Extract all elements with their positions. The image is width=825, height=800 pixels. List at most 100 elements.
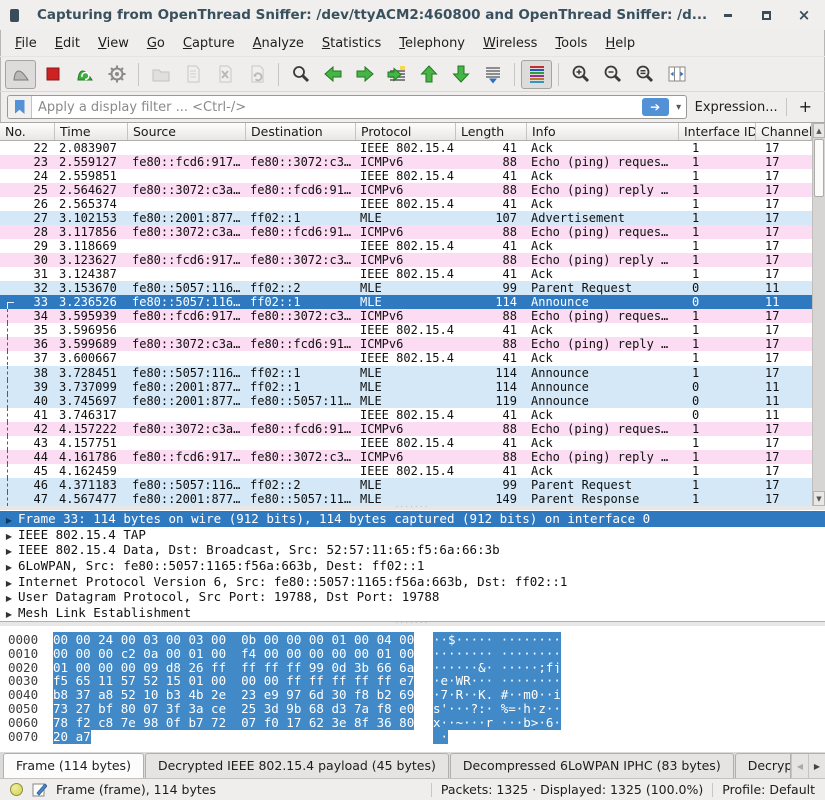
- packet-row[interactable]: 25 2.564627 fe80::3072:c3a… fe80::fcd6:9…: [0, 183, 812, 197]
- save-file-icon[interactable]: [177, 60, 208, 89]
- hex-bytes[interactable]: 73 27 bf 80 07 3f 3a ce 25 3d 9b 68 d3 7…: [53, 701, 414, 716]
- apply-filter-button[interactable]: [642, 98, 669, 116]
- packet-row[interactable]: 38 3.728451 fe80::5057:116… ff02::1 MLE …: [0, 366, 812, 380]
- restart-capture-icon[interactable]: [69, 60, 100, 89]
- menu-item[interactable]: Capture: [174, 33, 244, 54]
- hex-bytes[interactable]: 00 00 24 00 03 00 03 00 0b 00 00 00 01 0…: [53, 632, 414, 647]
- resize-columns-icon[interactable]: [661, 60, 692, 89]
- menu-item[interactable]: Tools: [546, 33, 596, 54]
- detail-row[interactable]: Internet Protocol Version 6, Src: fe80::…: [0, 573, 825, 589]
- packet-row[interactable]: 33 3.236526 fe80::5057:116… ff02::1 MLE …: [0, 295, 812, 309]
- menu-item[interactable]: Statistics: [313, 33, 390, 54]
- packet-row[interactable]: 31 3.124387 IEEE 802.15.4 41 Ack 1 17: [0, 267, 812, 281]
- hex-bytes[interactable]: 01 00 00 00 09 d8 26 ff ff ff ff 99 0d 3…: [53, 660, 414, 675]
- hex-bytes[interactable]: 78 f2 c8 7e 98 0f b7 72 07 f0 17 62 3e 8…: [53, 715, 414, 730]
- hex-ascii[interactable]: ·e·WR··· ········: [433, 673, 561, 688]
- packet-row[interactable]: 32 3.153670 fe80::5057:116… ff02::2 MLE …: [0, 281, 812, 295]
- detail-row[interactable]: IEEE 802.15.4 TAP: [0, 527, 825, 543]
- packet-row[interactable]: 37 3.600667 IEEE 802.15.4 41 Ack 1 17: [0, 351, 812, 365]
- zoom-in-icon[interactable]: [565, 60, 596, 89]
- packet-row[interactable]: 43 4.157751 IEEE 802.15.4 41 Ack 1 17: [0, 436, 812, 450]
- expert-info-icon[interactable]: [10, 783, 23, 796]
- expander-icon[interactable]: [0, 527, 18, 542]
- packet-row[interactable]: 40 3.745697 fe80::2001:877… fe80::5057:1…: [0, 394, 812, 408]
- scroll-up-icon[interactable]: [813, 123, 825, 138]
- auto-scroll-icon[interactable]: [477, 60, 508, 89]
- column-header-protocol[interactable]: Protocol: [356, 123, 456, 140]
- stop-capture-icon[interactable]: [37, 60, 68, 89]
- hex-ascii[interactable]: ··$····· ········: [433, 632, 561, 647]
- menu-item[interactable]: File: [6, 33, 46, 54]
- hex-row[interactable]: 0070 20 a7 ·: [8, 729, 825, 743]
- packet-row[interactable]: 28 3.117856 fe80::3072:c3a… fe80::fcd6:9…: [0, 225, 812, 239]
- find-packet-icon[interactable]: [285, 60, 316, 89]
- zoom-reset-icon[interactable]: [629, 60, 660, 89]
- byte-view-tab[interactable]: Decrypted IEEE 802.15.4 payload (45 byte…: [145, 753, 449, 778]
- capture-comment-icon[interactable]: [32, 782, 47, 797]
- column-header-interface-id[interactable]: Interface ID: [679, 123, 756, 140]
- menu-item[interactable]: Help: [596, 33, 644, 54]
- hex-row[interactable]: 0000 00 00 24 00 03 00 03 00 0b 00 00 00…: [8, 632, 825, 646]
- packet-row[interactable]: 44 4.161786 fe80::fcd6:917… fe80::3072:c…: [0, 450, 812, 464]
- detail-row[interactable]: User Datagram Protocol, Src Port: 19788,…: [0, 589, 825, 605]
- expander-icon[interactable]: [0, 574, 18, 589]
- column-header-length[interactable]: Length: [456, 123, 527, 140]
- close-button[interactable]: [797, 8, 811, 22]
- status-profile[interactable]: Profile: Default: [722, 782, 815, 797]
- packet-row[interactable]: 42 4.157222 fe80::3072:c3a… fe80::fcd6:9…: [0, 422, 812, 436]
- expander-icon[interactable]: [0, 605, 18, 620]
- packet-row[interactable]: 35 3.596956 IEEE 802.15.4 41 Ack 1 17: [0, 323, 812, 337]
- column-header-no[interactable]: No.: [0, 123, 55, 140]
- go-forward-icon[interactable]: [349, 60, 380, 89]
- tab-scroll-left-icon[interactable]: [791, 754, 808, 778]
- expander-icon[interactable]: [0, 558, 18, 573]
- menu-item[interactable]: Telephony: [390, 33, 474, 54]
- add-filter-button[interactable]: +: [795, 97, 818, 118]
- packet-row[interactable]: 46 4.371183 fe80::5057:116… ff02::2 MLE …: [0, 478, 812, 492]
- detail-row[interactable]: IEEE 802.15.4 Data, Dst: Broadcast, Src:…: [0, 542, 825, 558]
- packet-row[interactable]: 39 3.737099 fe80::2001:877… ff02::1 MLE …: [0, 380, 812, 394]
- open-file-icon[interactable]: [145, 60, 176, 89]
- column-header-info[interactable]: Info: [527, 123, 679, 140]
- hex-row[interactable]: 0030 f5 65 11 57 52 15 01 00 00 00 ff ff…: [8, 673, 825, 687]
- packet-row[interactable]: 24 2.559851 IEEE 802.15.4 41 Ack 1 17: [0, 169, 812, 183]
- packet-row[interactable]: 22 2.083907 IEEE 802.15.4 41 Ack 1 17: [0, 141, 812, 155]
- hex-row[interactable]: 0020 01 00 00 00 09 d8 26 ff ff ff ff 99…: [8, 660, 825, 674]
- scroll-down-icon[interactable]: [813, 491, 825, 506]
- scrollbar-thumb[interactable]: [814, 139, 824, 197]
- column-header-source[interactable]: Source: [128, 123, 246, 140]
- expander-icon[interactable]: [0, 589, 18, 604]
- hex-bytes[interactable]: b8 37 a8 52 10 b3 4b 2e 23 e9 97 6d 30 f…: [53, 687, 414, 702]
- zoom-out-icon[interactable]: [597, 60, 628, 89]
- filter-bookmark-button[interactable]: [8, 96, 32, 118]
- minimize-button[interactable]: [721, 8, 735, 22]
- column-header-destination[interactable]: Destination: [246, 123, 356, 140]
- detail-row[interactable]: 6LoWPAN, Src: fe80::5057:1165:f56a:663b,…: [0, 558, 825, 574]
- hex-ascii[interactable]: ·: [433, 729, 448, 744]
- maximize-button[interactable]: [759, 8, 773, 22]
- hex-ascii[interactable]: ········ ········: [433, 646, 561, 661]
- filter-history-dropdown-icon[interactable]: [672, 96, 686, 118]
- start-capture-icon[interactable]: [5, 60, 36, 89]
- hex-ascii[interactable]: s'···?:· %=·h·z··: [433, 701, 561, 716]
- hex-row[interactable]: 0050 73 27 bf 80 07 3f 3a ce 25 3d 9b 68…: [8, 701, 825, 715]
- go-first-icon[interactable]: [413, 60, 444, 89]
- hex-bytes[interactable]: 20 a7: [53, 729, 91, 744]
- expander-icon[interactable]: [0, 511, 18, 526]
- packet-row[interactable]: 34 3.595939 fe80::fcd6:917… fe80::3072:c…: [0, 309, 812, 323]
- packet-row[interactable]: 41 3.746317 IEEE 802.15.4 41 Ack 0 11: [0, 408, 812, 422]
- byte-view-tab[interactable]: Decompressed 6LoWPAN IPHC (83 bytes): [450, 753, 734, 778]
- column-header-time[interactable]: Time: [55, 123, 128, 140]
- packet-row[interactable]: 27 3.102153 fe80::2001:877… ff02::1 MLE …: [0, 211, 812, 225]
- packet-row[interactable]: 36 3.599689 fe80::3072:c3a… fe80::fcd6:9…: [0, 337, 812, 351]
- tab-scroll-right-icon[interactable]: [808, 754, 825, 778]
- packet-row[interactable]: 23 2.559127 fe80::fcd6:917… fe80::3072:c…: [0, 155, 812, 169]
- detail-row[interactable]: Frame 33: 114 bytes on wire (912 bits), …: [0, 511, 825, 527]
- go-back-icon[interactable]: [317, 60, 348, 89]
- hex-ascii[interactable]: x··~···r ···b>·6·: [433, 715, 561, 730]
- packet-row[interactable]: 47 4.567477 fe80::2001:877… fe80::5057:1…: [0, 492, 812, 506]
- menu-item[interactable]: Edit: [46, 33, 89, 54]
- menu-item[interactable]: View: [89, 33, 138, 54]
- reload-file-icon[interactable]: [241, 60, 272, 89]
- packet-row[interactable]: 29 3.118669 IEEE 802.15.4 41 Ack 1 17: [0, 239, 812, 253]
